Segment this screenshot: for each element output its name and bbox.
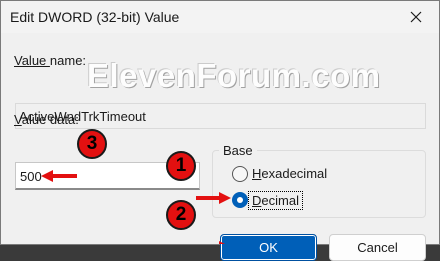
callout-2: 2 bbox=[166, 200, 196, 230]
title-bar[interactable]: Edit DWORD (32-bit) Value bbox=[1, 1, 439, 33]
close-icon bbox=[410, 11, 422, 23]
window-title: Edit DWORD (32-bit) Value bbox=[10, 9, 180, 25]
arrowhead-value bbox=[41, 170, 53, 182]
callout-3: 3 bbox=[77, 129, 107, 159]
close-button[interactable] bbox=[393, 1, 439, 33]
callout-arrows bbox=[41, 170, 231, 244]
dialog-body: ElevenForum.com Value name: ActiveWndTrk… bbox=[1, 33, 439, 261]
callout-1: 1 bbox=[166, 151, 196, 181]
edit-dword-dialog: Edit DWORD (32-bit) Value ElevenForum.co… bbox=[0, 0, 440, 261]
arrowhead-ok bbox=[219, 241, 225, 244]
arrowhead-decimal bbox=[219, 192, 231, 204]
